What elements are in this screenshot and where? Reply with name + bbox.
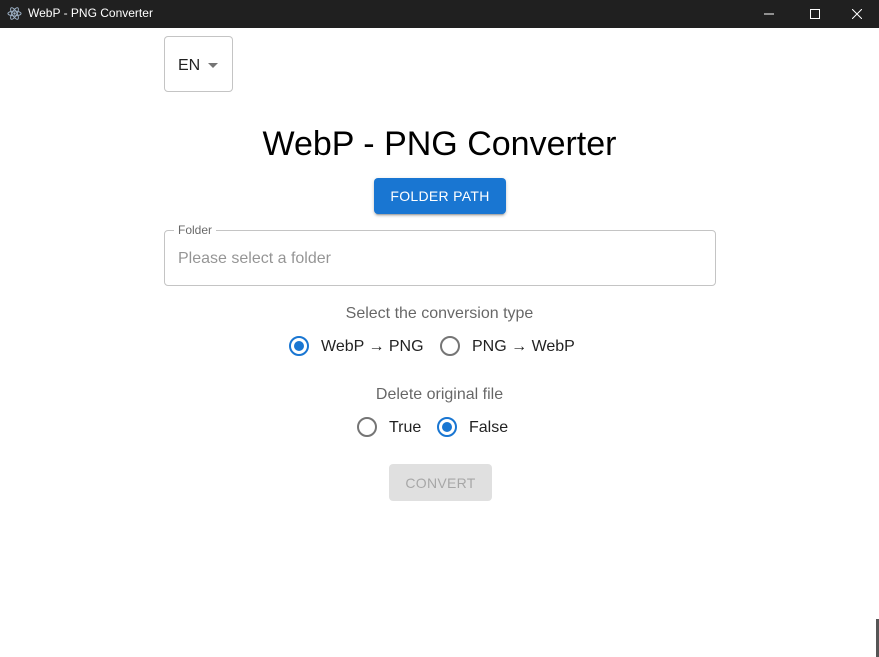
- close-button[interactable]: [835, 0, 879, 28]
- radio-webp-to-png[interactable]: WebP → PNG: [289, 334, 424, 358]
- folder-input[interactable]: [178, 249, 698, 268]
- radio-unchecked-icon[interactable]: [357, 417, 377, 437]
- maximize-icon: [810, 9, 820, 19]
- radio-label-webp-to-png: WebP → PNG: [321, 337, 424, 355]
- radio-false[interactable]: False: [437, 415, 508, 439]
- delete-original-radio-group: True False: [0, 415, 879, 439]
- conversion-type-label: Select the conversion type: [345, 305, 534, 322]
- window-title: WebP - PNG Converter: [28, 6, 153, 20]
- chevron-down-icon: [208, 63, 218, 68]
- close-icon: [852, 9, 862, 19]
- maximize-button[interactable]: [792, 0, 838, 28]
- conversion-type-radio-group: WebP → PNG PNG → WebP: [0, 334, 879, 358]
- electron-atom-icon: [7, 7, 22, 20]
- folder-field[interactable]: Folder: [164, 223, 716, 286]
- language-select[interactable]: EN: [164, 36, 233, 92]
- radio-checked-icon[interactable]: [437, 417, 457, 437]
- folder-field-label: Folder: [174, 223, 217, 237]
- radio-png-to-webp[interactable]: PNG → WebP: [440, 334, 575, 358]
- window-titlebar: WebP - PNG Converter: [0, 0, 879, 28]
- radio-label-png-to-webp: PNG → WebP: [472, 337, 575, 355]
- page-title: WebP - PNG Converter: [262, 125, 617, 163]
- delete-original-label: Delete original file: [375, 386, 504, 403]
- language-select-value: EN: [178, 57, 201, 74]
- radio-unchecked-icon[interactable]: [440, 336, 460, 356]
- minimize-button[interactable]: [746, 0, 792, 28]
- radio-label-false: False: [469, 418, 509, 436]
- radio-checked-icon[interactable]: [289, 336, 309, 356]
- radio-true[interactable]: True: [357, 415, 421, 439]
- folder-path-button[interactable]: FOLDER PATH: [374, 178, 506, 214]
- minimize-icon: [764, 13, 774, 15]
- radio-label-true: True: [389, 418, 422, 436]
- convert-button[interactable]: CONVERT: [389, 464, 492, 501]
